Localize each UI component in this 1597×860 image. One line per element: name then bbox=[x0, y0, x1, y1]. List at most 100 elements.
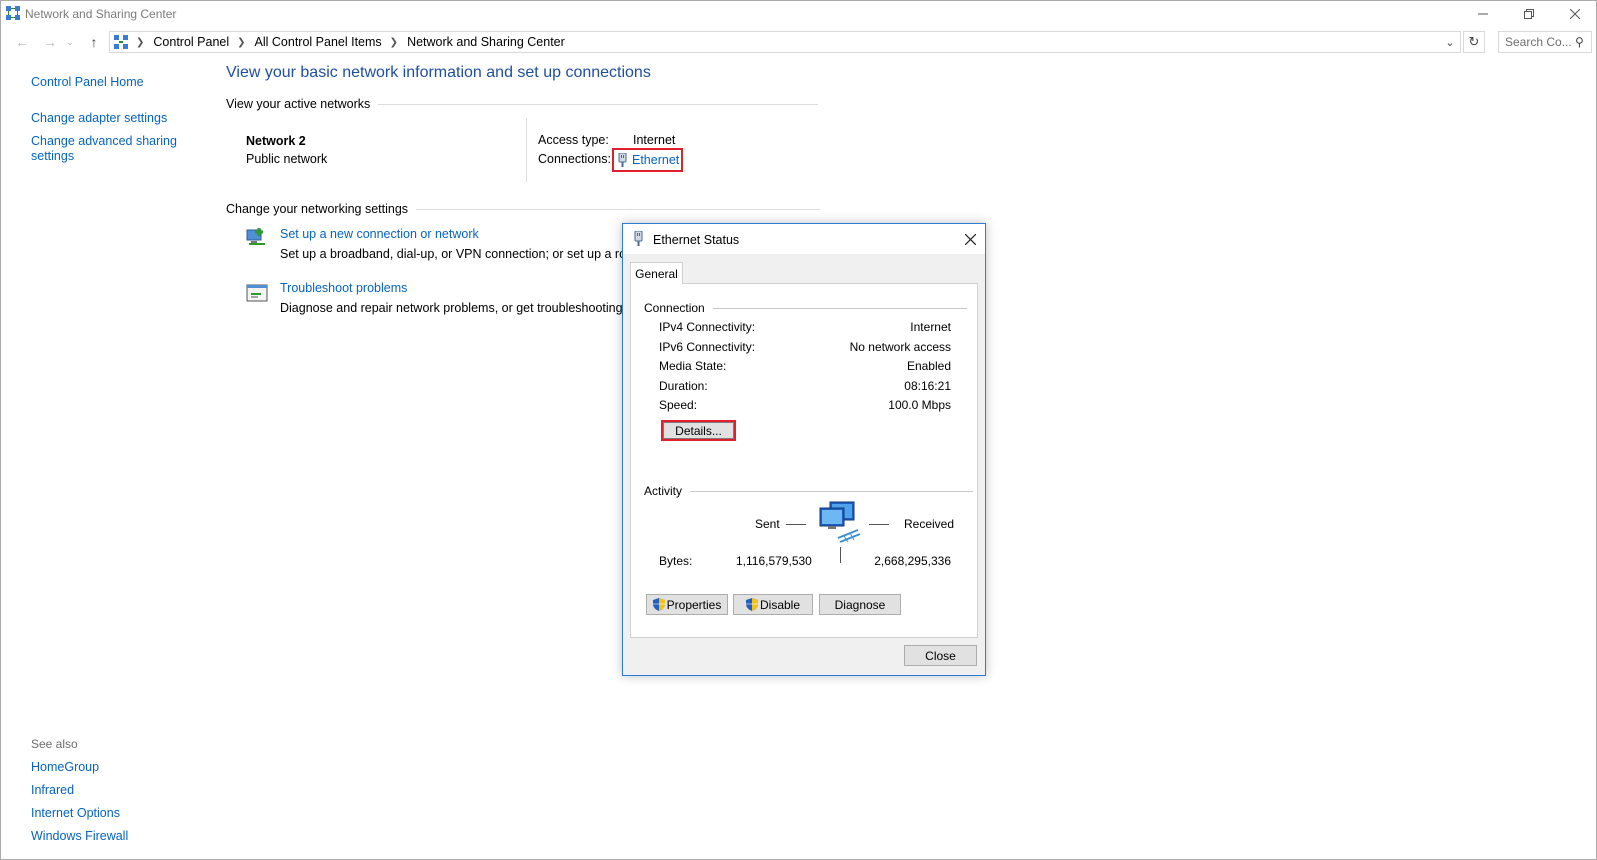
title-bar: Network and Sharing Center bbox=[1, 1, 1596, 27]
homegroup-link[interactable]: HomeGroup bbox=[31, 760, 99, 774]
activity-group-heading-text: Activity bbox=[644, 484, 683, 498]
media-state-value: Enabled bbox=[906, 359, 951, 373]
ipv4-label: IPv4 Connectivity: bbox=[659, 320, 756, 334]
details-button[interactable]: Details... bbox=[661, 420, 736, 441]
ethernet-status-dialog: Ethernet Status General Connection IPv4 … bbox=[622, 223, 986, 676]
bytes-sent-value: 1,116,579,530 bbox=[736, 554, 812, 568]
arrow-right-icon: → bbox=[43, 34, 57, 50]
search-placeholder: Search Co... bbox=[1505, 35, 1572, 49]
breadcrumb-control-panel[interactable]: Control Panel bbox=[153, 35, 229, 49]
divider bbox=[378, 103, 819, 105]
connection-group-heading: Connection bbox=[644, 301, 967, 315]
control-panel-home-link[interactable]: Control Panel Home bbox=[31, 75, 144, 89]
disable-button-label: Disable bbox=[759, 597, 801, 612]
close-dialog-button[interactable]: Close bbox=[904, 645, 977, 666]
change-advanced-sharing-link[interactable]: Change advanced sharing bbox=[31, 134, 177, 148]
sent-line bbox=[786, 524, 806, 525]
new-connection-icon bbox=[246, 228, 265, 245]
setup-new-connection-description: Set up a broadband, dial-up, or VPN conn… bbox=[280, 247, 644, 261]
active-networks-heading: View your active networks bbox=[226, 97, 819, 111]
ethernet-icon bbox=[618, 153, 627, 167]
ethernet-icon bbox=[634, 231, 643, 246]
network-computers-icon bbox=[819, 501, 861, 543]
setup-new-connection-link[interactable]: Set up a new connection or network bbox=[280, 227, 479, 241]
bytes-divider bbox=[840, 547, 841, 563]
refresh-button[interactable]: ↻ bbox=[1463, 31, 1485, 53]
search-icon: ⚲ bbox=[1575, 35, 1584, 49]
bytes-received-value: 2,668,295,336 bbox=[874, 554, 951, 568]
change-adapter-settings-link[interactable]: Change adapter settings bbox=[31, 111, 167, 125]
infrared-link[interactable]: Infrared bbox=[31, 783, 74, 797]
media-state-label: Media State: bbox=[659, 359, 727, 373]
details-button-label: Details... bbox=[675, 423, 722, 438]
chevron-down-icon: ⌄ bbox=[1445, 36, 1455, 49]
close-window-button[interactable] bbox=[1552, 1, 1597, 27]
disable-button[interactable]: Disable bbox=[733, 594, 813, 615]
general-tab-panel: Connection IPv4 Connectivity: Internet I… bbox=[630, 283, 978, 638]
back-button[interactable]: ← bbox=[13, 33, 31, 51]
connection-group-heading-text: Connection bbox=[644, 301, 705, 315]
troubleshoot-problems-link[interactable]: Troubleshoot problems bbox=[280, 281, 407, 295]
navigation-bar: ← → ⌄ ↑ ❯ Control Panel ❯ All Control Pa… bbox=[1, 29, 1596, 55]
chevron-down-icon: ⌄ bbox=[66, 36, 74, 47]
close-icon bbox=[964, 233, 976, 245]
uac-shield-icon bbox=[745, 598, 758, 611]
dialog-title: Ethernet Status bbox=[653, 233, 740, 247]
diagnose-button[interactable]: Diagnose bbox=[819, 594, 901, 615]
ethernet-connection-link[interactable]: Ethernet bbox=[612, 148, 683, 172]
chevron-right-icon[interactable]: ❯ bbox=[136, 37, 144, 48]
duration-label: Duration: bbox=[659, 379, 708, 393]
received-label: Received bbox=[904, 517, 955, 531]
search-input[interactable]: Search Co... ⚲ bbox=[1498, 31, 1592, 53]
duration-value: 08:16:21 bbox=[904, 379, 951, 393]
window-title: Network and Sharing Center bbox=[25, 7, 177, 21]
breadcrumb: ❯ Control Panel ❯ All Control Panel Item… bbox=[110, 35, 1440, 49]
troubleshoot-description: Diagnose and repair network problems, or… bbox=[280, 301, 636, 315]
divider bbox=[690, 490, 974, 492]
change-settings-heading: Change your networking settings bbox=[226, 202, 821, 216]
bytes-label: Bytes: bbox=[659, 554, 693, 568]
properties-button[interactable]: Properties bbox=[646, 594, 728, 615]
see-also-heading: See also bbox=[31, 737, 78, 751]
minimize-button[interactable] bbox=[1460, 1, 1506, 27]
change-settings-heading-text: Change your networking settings bbox=[226, 202, 409, 216]
restore-icon bbox=[1524, 9, 1534, 19]
properties-button-label: Properties bbox=[666, 597, 722, 612]
recent-locations-button[interactable]: ⌄ bbox=[65, 33, 75, 51]
arrow-up-icon: ↑ bbox=[90, 34, 98, 50]
change-advanced-sharing-link-line2[interactable]: settings bbox=[31, 149, 74, 163]
breadcrumb-network-sharing-center[interactable]: Network and Sharing Center bbox=[407, 35, 565, 49]
connections-label: Connections: bbox=[538, 152, 611, 166]
restore-button[interactable] bbox=[1506, 1, 1552, 27]
breadcrumb-all-control-panel-items[interactable]: All Control Panel Items bbox=[255, 35, 382, 49]
activity-group-heading: Activity bbox=[644, 484, 974, 498]
chevron-right-icon[interactable]: ❯ bbox=[237, 37, 245, 48]
details-button-face: Details... bbox=[663, 422, 734, 439]
network-name: Network 2 bbox=[246, 134, 306, 148]
speed-value: 100.0 Mbps bbox=[888, 398, 951, 412]
ipv6-label: IPv6 Connectivity: bbox=[659, 340, 756, 354]
control-panel-icon bbox=[114, 35, 128, 49]
network-app-icon bbox=[6, 6, 20, 20]
close-dialog-button-label: Close bbox=[925, 648, 956, 663]
network-type[interactable]: Public network bbox=[246, 152, 327, 166]
ipv4-value: Internet bbox=[910, 320, 951, 334]
dialog-close-button[interactable] bbox=[955, 224, 985, 254]
windows-firewall-link[interactable]: Windows Firewall bbox=[31, 829, 128, 843]
close-icon bbox=[1570, 9, 1580, 19]
address-bar[interactable]: ❯ Control Panel ❯ All Control Panel Item… bbox=[109, 31, 1461, 53]
ipv6-value: No network access bbox=[849, 340, 951, 354]
ethernet-link-text[interactable]: Ethernet bbox=[632, 153, 679, 167]
up-button[interactable]: ↑ bbox=[85, 33, 103, 51]
chevron-right-icon[interactable]: ❯ bbox=[390, 37, 398, 48]
divider bbox=[712, 307, 967, 309]
address-dropdown-button[interactable]: ⌄ bbox=[1440, 36, 1460, 49]
internet-options-link[interactable]: Internet Options bbox=[31, 806, 120, 820]
diagnose-button-label: Diagnose bbox=[834, 597, 886, 612]
dialog-title-bar[interactable]: Ethernet Status bbox=[623, 224, 985, 254]
speed-label: Speed: bbox=[659, 398, 698, 412]
minimize-icon bbox=[1478, 13, 1488, 15]
tab-general[interactable]: General bbox=[630, 262, 683, 284]
forward-button[interactable]: → bbox=[41, 33, 59, 51]
refresh-icon: ↻ bbox=[1468, 34, 1480, 49]
